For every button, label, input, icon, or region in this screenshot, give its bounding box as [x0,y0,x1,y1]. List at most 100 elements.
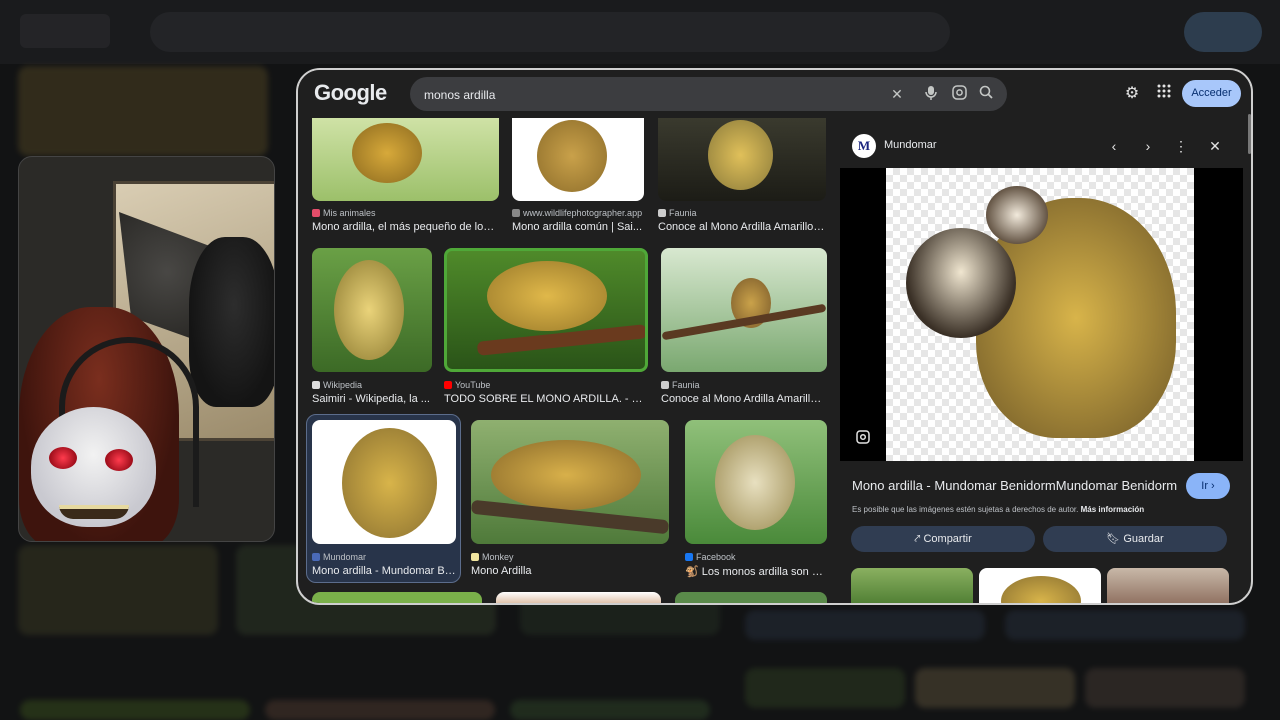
result-source: Faunia [658,208,697,218]
save-button[interactable]: 🔖︎ Guardar [1043,526,1227,552]
image-result[interactable]: Monkey Mono Ardilla [471,420,669,580]
search-icon[interactable] [977,85,995,103]
related-image[interactable] [1107,568,1229,603]
monkey-head [986,186,1048,244]
monkey-figure [334,260,404,360]
more-options-icon[interactable]: ⋮ [1171,136,1191,156]
scrollbar[interactable] [1248,114,1251,154]
result-source: Wikipedia [312,380,362,390]
background-logo [20,14,110,48]
result-title[interactable]: Mono ardilla - Mundomar Be... [312,565,456,577]
background-search-bar [150,12,950,52]
copyright-note: Es posible que las imágenes estén sujeta… [852,505,1145,514]
search-bar[interactable]: ✕ [410,77,1007,111]
image-result[interactable]: YouTube TODO SOBRE EL MONO ARDILLA. - Yo… [444,248,648,408]
result-title[interactable]: Conoce al Mono Ardilla Amarillo ... [661,393,827,405]
webcam-mask-eye [105,449,133,471]
lens-icon[interactable] [950,85,968,103]
result-thumbnail[interactable] [312,592,482,603]
result-title[interactable]: Conoce al Mono Ardilla Amarillo o... [658,221,826,233]
background-tile [745,610,985,640]
site-name[interactable]: Mundomar [884,139,937,151]
background-tile [1085,668,1245,708]
monkey-figure [1001,576,1081,603]
monkey-figure [342,428,437,538]
result-thumbnail[interactable] [312,420,456,544]
result-title[interactable]: Mono ardilla, el más pequeño de los p... [312,221,499,233]
top-bar: Google ✕ ⚙ Acceder [298,70,1251,118]
result-thumbnail[interactable] [312,248,432,372]
image-result[interactable]: Faunia Conoce al Mono Ardilla Amarillo .… [661,248,827,408]
image-result-selected[interactable]: Mundomar Mono ardilla - Mundomar Be... [312,420,456,580]
image-result[interactable]: Faunia Conoce al Mono Ardilla Amarillo o… [658,118,826,238]
result-thumbnail[interactable] [675,592,827,603]
image-result[interactable] [675,592,827,603]
background-tile [20,700,250,720]
result-title[interactable]: Saimiri - Wikipedia, la ... [312,393,432,405]
background-tile [1005,610,1245,640]
site-logo: M [852,134,876,158]
bookmark-icon: 🔖︎ [1106,533,1124,545]
google-images-window: Google ✕ ⚙ Acceder Mis animal [296,68,1253,605]
result-thumbnail[interactable] [512,118,644,201]
image-result[interactable]: Facebook 🐒 Los monos ardilla son u... [685,420,827,580]
result-thumbnail[interactable] [661,248,827,372]
result-source: www.wildlifephotographer.app [512,208,642,218]
monkey-figure [708,120,773,190]
result-thumbnail[interactable] [658,118,826,201]
close-icon[interactable]: ✕ [1205,136,1225,156]
preview-title[interactable]: Mono ardilla - Mundomar BenidormMundomar… [852,478,1182,493]
transparent-background [886,168,1194,461]
preview-image[interactable] [840,168,1243,461]
image-preview-panel: M Mundomar ‹ › ⋮ ✕ Mono ardilla - Mundom… [840,118,1243,603]
google-logo[interactable]: Google [314,80,387,106]
signin-button[interactable]: Acceder [1182,80,1241,107]
image-results-grid: Mis animales Mono ardilla, el más pequeñ… [298,118,838,603]
visit-button[interactable]: Ir › [1186,473,1230,499]
monkey-figure [715,435,795,530]
result-source: Monkey [471,552,514,562]
monkey-figure [537,120,607,192]
image-result[interactable]: www.wildlifephotographer.app Mono ardill… [512,118,647,238]
result-thumbnail[interactable] [496,592,661,603]
monkey-figure [352,123,422,183]
result-thumbnail[interactable] [471,420,669,544]
next-icon[interactable]: › [1138,136,1158,156]
background-tile [18,545,218,635]
result-thumbnail[interactable] [685,420,827,544]
result-thumbnail[interactable] [444,248,648,372]
result-title[interactable]: Mono ardilla común | Sai... [512,221,647,233]
monkey-figure [487,261,607,331]
more-info-link[interactable]: Más información [1081,505,1145,514]
image-result[interactable]: Mis animales Mono ardilla, el más pequeñ… [312,118,499,238]
webcam-painting-cat [189,237,274,407]
result-title[interactable]: Mono Ardilla [471,565,669,577]
result-title[interactable]: 🐒 Los monos ardilla son u... [685,565,827,578]
webcam-mask-mouth [59,505,129,519]
result-source: Facebook [685,552,736,562]
image-result[interactable]: Wikipedia Saimiri - Wikipedia, la ... [312,248,432,408]
related-image[interactable] [979,568,1101,603]
mic-icon[interactable] [922,85,940,103]
monkey-figure [491,440,641,510]
result-source: Mundomar [312,552,366,562]
image-result[interactable] [496,592,661,603]
result-source: Mis animales [312,208,376,218]
share-button[interactable]: ⤤ Compartir [851,526,1035,552]
result-source: Faunia [661,380,700,390]
background-tile [265,700,495,720]
background-tile [18,66,268,156]
settings-icon[interactable]: ⚙ [1122,84,1142,104]
close-icon[interactable]: ✕ [888,85,906,103]
result-source: YouTube [444,380,490,390]
image-result[interactable] [312,592,482,603]
search-input[interactable] [424,86,864,104]
related-image[interactable] [851,568,973,603]
previous-icon[interactable]: ‹ [1104,136,1124,156]
result-thumbnail[interactable] [312,118,499,201]
apps-icon[interactable] [1154,84,1174,104]
background-signin-button [1184,12,1262,52]
lens-icon[interactable] [854,430,872,448]
background-tile [745,668,905,708]
result-title[interactable]: TODO SOBRE EL MONO ARDILLA. - Yo... [444,393,648,405]
